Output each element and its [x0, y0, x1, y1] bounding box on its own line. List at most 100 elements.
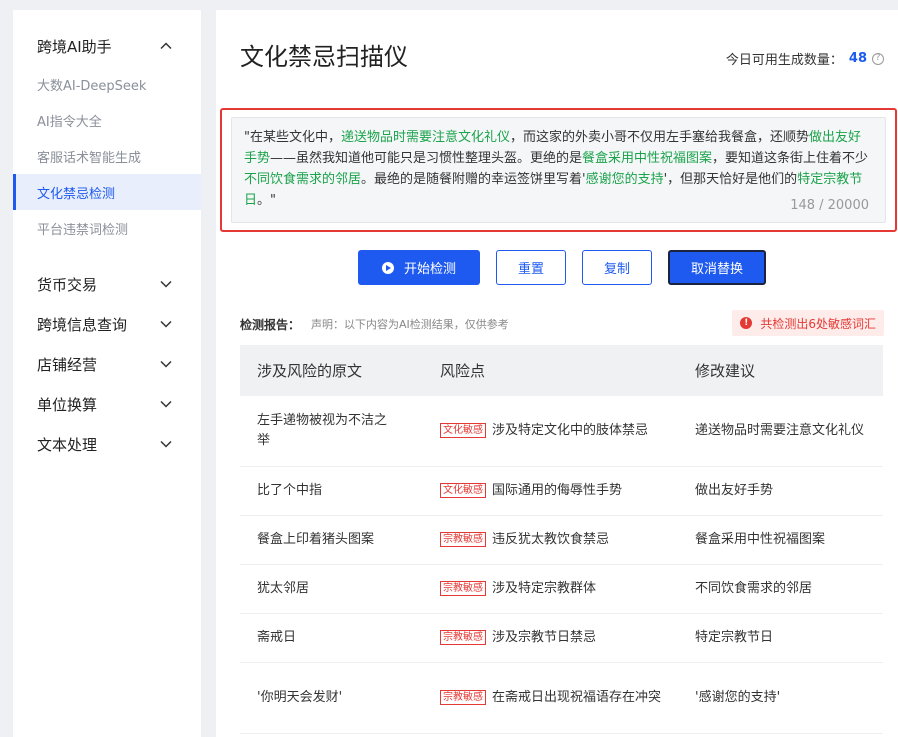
- sidebar-item-text-processing[interactable]: 文本处理: [13, 424, 201, 464]
- risk-tag: 文化敏感: [440, 423, 486, 438]
- risk-tag: 宗教敏感: [440, 690, 486, 705]
- chevron-down-icon: [159, 317, 173, 331]
- sidebar-item-label: 文本处理: [37, 435, 98, 454]
- cell-suggestion: 做出友好手势: [695, 483, 774, 498]
- page-title: 文化禁忌扫描仪: [240, 43, 408, 71]
- quota-display: 今日可用生成数量： 48 ?: [726, 49, 884, 68]
- start-detect-button[interactable]: 开始检测: [358, 250, 480, 285]
- column-header-suggestion: 修改建议: [695, 362, 756, 380]
- copy-button[interactable]: 复制: [582, 250, 652, 285]
- sidebar-item-deepseek[interactable]: 大数AI-DeepSeek: [13, 66, 201, 102]
- text-segment: ，而这家的外卖小哥不仅用左手塞给我餐盒，还顺势: [510, 130, 810, 145]
- cancel-replace-button[interactable]: 取消替换: [668, 250, 766, 285]
- sensitive-count-badge: ! 共检测出6处敏感词汇: [732, 310, 884, 336]
- chevron-down-icon: [159, 277, 173, 291]
- sidebar: 跨境AI助手 大数AI-DeepSeek AI指令大全 客服话术智能生成 文化禁…: [13, 10, 201, 737]
- chevron-up-icon: [159, 39, 173, 53]
- column-header-original: 涉及风险的原文: [257, 362, 363, 380]
- sidebar-item-platform-banned-words[interactable]: 平台违禁词检测: [13, 210, 201, 246]
- main-panel: 文化禁忌扫描仪 今日可用生成数量： 48 ? "在某些文化中，递送物品时需要注意…: [216, 10, 898, 737]
- text-segment: 。": [257, 193, 276, 208]
- cell-suggestion: '感谢您的支持': [695, 690, 781, 705]
- risk-text: 违反犹太教饮食禁忌: [492, 532, 610, 547]
- cell-risk: 宗教敏感 涉及特定宗教群体: [424, 569, 679, 609]
- table-body: 左手递物被视为不洁之举 文化敏感 涉及特定文化中的肢体禁忌 递送物品时需要注意文化礼仪…: [240, 396, 883, 734]
- cell-original: 比了个中指: [257, 483, 323, 498]
- report-label: 检测报告：: [240, 318, 301, 332]
- cell-original: '你明天会发财': [257, 690, 343, 705]
- sidebar-item-label: 单位换算: [37, 395, 98, 414]
- highlighted-replacement: 感谢您的支持: [585, 172, 664, 187]
- text-segment: 。最绝的是随餐附赠的幸运签饼里写着': [361, 172, 586, 187]
- cell-original: 犹太邻居: [257, 581, 310, 596]
- sidebar-item-ai-prompts[interactable]: AI指令大全: [13, 102, 201, 138]
- reset-label: 重置: [517, 262, 544, 277]
- alert-icon: !: [740, 317, 753, 329]
- highlighted-replacement: 餐盒采用中性祝福图案: [582, 151, 713, 166]
- table-header: 涉及风险的原文 风险点 修改建议: [240, 345, 883, 396]
- sidebar-item-label: 平台违禁词检测: [37, 222, 129, 238]
- risk-tag: 宗教敏感: [440, 581, 486, 596]
- cell-risk: 宗教敏感 在斋戒日出现祝福语存在冲突: [424, 678, 679, 718]
- risk-text: 国际通用的侮辱性手势: [492, 483, 623, 498]
- chevron-down-icon: [159, 397, 173, 411]
- table-row: 餐盒上印着猪头图案 宗教敏感 违反犹太教饮食禁忌 餐盒采用中性祝福图案: [240, 516, 883, 565]
- risk-tag: 文化敏感: [440, 483, 486, 498]
- text-segment: '，但那天恰好是他们的: [663, 172, 798, 187]
- table-row: 犹太邻居 宗教敏感 涉及特定宗教群体 不同饮食需求的邻居: [240, 565, 883, 614]
- text-input[interactable]: "在某些文化中，递送物品时需要注意文化礼仪，而这家的外卖小哥不仅用左手塞给我餐盒…: [231, 117, 886, 223]
- cell-risk: 文化敏感 国际通用的侮辱性手势: [424, 471, 679, 511]
- risk-text: 涉及特定文化中的肢体禁忌: [492, 423, 649, 438]
- risk-text: 涉及宗教节日禁忌: [492, 630, 597, 645]
- column-header-risk: 风险点: [440, 362, 486, 380]
- sensitive-count-text: 共检测出6处敏感词汇: [760, 316, 876, 331]
- quota-label: 今日可用生成数量：: [725, 53, 843, 68]
- cell-original: 餐盒上印着猪头图案: [257, 532, 375, 547]
- text-segment: ——虽然我知道他可能只是习惯性整理头盔。更绝的是: [270, 151, 583, 166]
- highlighted-replacement: 不同饮食需求的邻居: [244, 172, 362, 187]
- start-detect-label: 开始检测: [403, 262, 456, 277]
- table-row: 比了个中指 文化敏感 国际通用的侮辱性手势 做出友好手势: [240, 467, 883, 516]
- text-segment: ，要知道这条街上住着不少: [712, 151, 869, 166]
- report-table: 涉及风险的原文 风险点 修改建议 左手递物被视为不洁之举 文化敏感 涉及特定文化中的…: [240, 345, 883, 734]
- highlighted-replacement: 递送物品时需要注意文化礼仪: [340, 130, 510, 145]
- sidebar-item-cs-scripts[interactable]: 客服话术智能生成: [13, 138, 201, 174]
- chevron-down-icon: [159, 437, 173, 451]
- sidebar-item-unit-convert[interactable]: 单位换算: [13, 384, 201, 424]
- action-buttons: 开始检测 重置 复制 取消替换: [216, 250, 898, 286]
- cell-suggestion: 餐盒采用中性祝福图案: [695, 532, 826, 547]
- quota-value: 48: [848, 51, 867, 66]
- cell-original: 左手递物被视为不洁之举: [257, 413, 388, 448]
- cell-original: 斋戒日: [257, 630, 297, 645]
- sidebar-item-crossborder-info[interactable]: 跨境信息查询: [13, 304, 201, 344]
- sidebar-group-label: 跨境AI助手: [37, 37, 112, 56]
- table-row: 左手递物被视为不洁之举 文化敏感 涉及特定文化中的肢体禁忌 递送物品时需要注意文化礼仪: [240, 396, 883, 467]
- play-icon: [381, 261, 394, 274]
- question-circle-icon[interactable]: ?: [872, 52, 884, 65]
- sidebar-item-label: 货币交易: [37, 275, 98, 294]
- sidebar-item-culture-taboo[interactable]: 文化禁忌检测: [13, 174, 201, 210]
- risk-text: 在斋戒日出现祝福语存在冲突: [492, 690, 662, 705]
- report-disclaimer: 声明：以下内容为AI检测结果，仅供参考: [311, 318, 509, 331]
- chevron-down-icon: [159, 357, 173, 371]
- sidebar-item-label: 文化禁忌检测: [37, 186, 116, 202]
- cell-suggestion: 特定宗教节日: [695, 630, 774, 645]
- text-input-content: "在某些文化中，递送物品时需要注意文化礼仪，而这家的外卖小哥不仅用左手塞给我餐盒…: [244, 130, 868, 208]
- risk-tag: 宗教敏感: [440, 630, 486, 645]
- char-counter: 148 / 20000: [790, 198, 869, 213]
- sidebar-item-currency[interactable]: 货币交易: [13, 264, 201, 304]
- table-row: '你明天会发财' 宗教敏感 在斋戒日出现祝福语存在冲突 '感谢您的支持': [240, 663, 883, 734]
- sidebar-group-ai-assistant[interactable]: 跨境AI助手: [13, 26, 201, 66]
- sidebar-item-store-ops[interactable]: 店铺经营: [13, 344, 201, 384]
- copy-label: 复制: [603, 262, 630, 277]
- reset-button[interactable]: 重置: [496, 250, 566, 285]
- cell-risk: 文化敏感 涉及特定文化中的肢体禁忌: [424, 411, 679, 451]
- table-row: 斋戒日 宗教敏感 涉及宗教节日禁忌 特定宗教节日: [240, 614, 883, 663]
- input-highlight-frame: "在某些文化中，递送物品时需要注意文化礼仪，而这家的外卖小哥不仅用左手塞给我餐盒…: [220, 108, 897, 232]
- cell-risk: 宗教敏感 违反犹太教饮食禁忌: [424, 520, 679, 560]
- cell-suggestion: 不同饮食需求的邻居: [695, 581, 813, 596]
- sidebar-item-label: 客服话术智能生成: [37, 150, 142, 166]
- risk-text: 涉及特定宗教群体: [492, 581, 597, 596]
- cell-suggestion: 递送物品时需要注意文化礼仪: [695, 423, 865, 438]
- cancel-replace-label: 取消替换: [690, 262, 743, 277]
